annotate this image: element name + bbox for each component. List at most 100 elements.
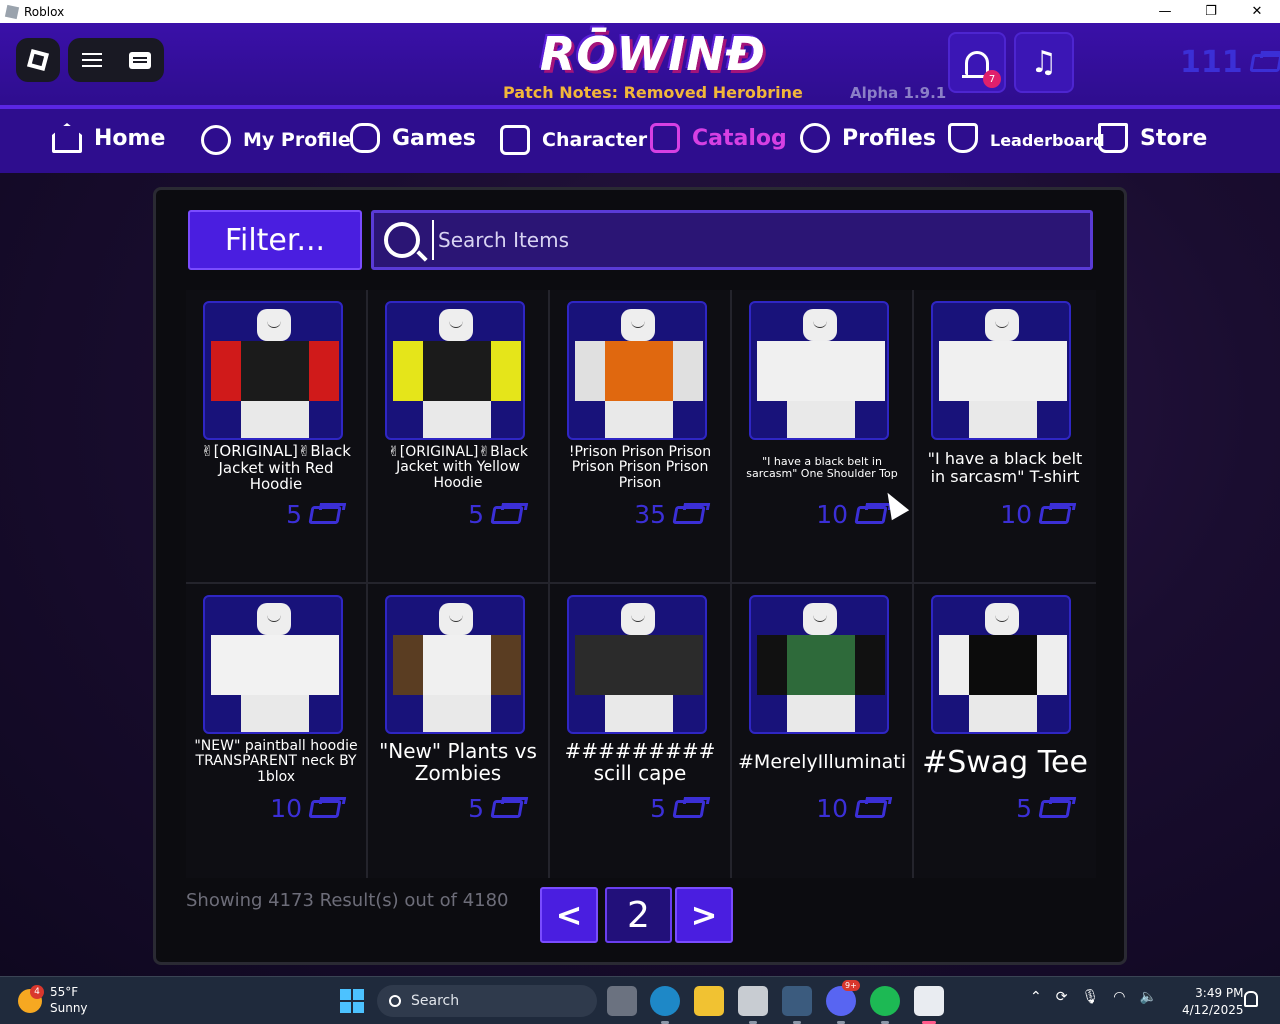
item-name: #Swag Tee (922, 744, 1088, 780)
item-thumbnail[interactable] (385, 595, 525, 734)
spotify-icon[interactable] (870, 986, 900, 1024)
avatar-legs (787, 401, 855, 438)
edge-browser-icon[interactable] (650, 986, 680, 1024)
weather-widget[interactable]: 4 55°F Sunny (18, 984, 88, 1016)
page-number[interactable]: 2 (605, 887, 672, 943)
item-thumbnail[interactable] (931, 595, 1071, 734)
avatar-arm (673, 341, 703, 401)
nav-store-label: Store (1140, 125, 1208, 151)
patch-notes[interactable]: Patch Notes: Removed Herobrine (503, 83, 803, 102)
search-icon (384, 222, 420, 258)
discord-icon[interactable]: 9+ (826, 980, 860, 1024)
avatar-arm (939, 635, 969, 695)
currency-cube-icon (854, 799, 888, 818)
item-thumbnail[interactable] (567, 301, 707, 440)
microphone-icon[interactable]: 🎙 (1081, 989, 1099, 1005)
chevron-up-icon[interactable]: ⌃ (1030, 989, 1042, 1005)
avatar-torso (241, 635, 309, 695)
taskbar-search[interactable]: Search (377, 985, 597, 1017)
avatar-arm (575, 635, 605, 695)
music-button[interactable]: ♫ (1014, 32, 1074, 93)
app-icon[interactable] (738, 986, 768, 1024)
item-thumbnail[interactable] (385, 301, 525, 440)
catalog-item[interactable]: ✌[ORIGINAL]✌Black Jacket with Red Hoodie… (186, 290, 368, 584)
item-thumbnail[interactable] (567, 595, 707, 734)
currency-cube-icon (854, 505, 888, 524)
file-explorer-icon[interactable] (694, 986, 724, 1016)
item-price: 35 (634, 500, 706, 529)
close-button[interactable]: ✕ (1234, 0, 1280, 23)
nav-leaderboard[interactable]: Leaderboard (948, 123, 1105, 153)
nav-character[interactable]: Character (500, 125, 647, 155)
next-page-button[interactable]: > (675, 887, 733, 943)
nav-home-label: Home (94, 125, 166, 151)
avatar-arm (855, 635, 885, 695)
minimize-button[interactable]: — (1142, 0, 1188, 23)
item-thumbnail[interactable] (203, 595, 343, 734)
weather-desc: Sunny (50, 1000, 88, 1015)
catalog-item[interactable]: "I have a black belt in sarcasm" One Sho… (732, 290, 914, 584)
roblox-taskbar-icon[interactable] (914, 986, 944, 1024)
item-price: 5 (650, 794, 706, 823)
prev-page-button[interactable]: < (540, 887, 598, 943)
avatar-head (439, 309, 473, 341)
notification-badge: 7 (983, 70, 1001, 88)
currency-display: 111 (1180, 45, 1280, 80)
item-thumbnail[interactable] (203, 301, 343, 440)
roblox-menu-button[interactable] (16, 38, 60, 82)
catalog-item[interactable]: "New" Plants vs Zombies 5 (368, 584, 550, 878)
avatar-arm (757, 635, 787, 695)
search-bar[interactable]: Search Items (371, 210, 1093, 270)
item-name: "I have a black belt in sarcasm" One Sho… (746, 454, 898, 480)
discord-badge: 9+ (842, 980, 860, 991)
catalog-item[interactable]: ######### scill cape 5 (550, 584, 732, 878)
game-viewport: RŌWINĐ Patch Notes: Removed Herobrine Al… (0, 23, 1280, 976)
avatar-arm (309, 635, 339, 695)
start-button[interactable] (340, 989, 364, 1013)
window-title-bar: Roblox — ❐ ✕ (0, 0, 1280, 23)
nav-games[interactable]: Games (350, 123, 476, 153)
avatar-arm (393, 635, 423, 695)
chat-icon[interactable] (128, 51, 151, 69)
restore-button[interactable]: ❐ (1188, 0, 1234, 23)
catalog-item[interactable]: "NEW" paintball hoodie TRANSPARENT neck … (186, 584, 368, 878)
bell-icon (962, 50, 992, 78)
notification-bell-icon[interactable] (1244, 991, 1258, 1007)
item-thumbnail[interactable] (749, 301, 889, 440)
sync-icon[interactable]: ⟳ (1056, 989, 1068, 1005)
avatar-torso (969, 341, 1037, 401)
notifications-button[interactable]: 7 (948, 32, 1006, 93)
music-note-icon: ♫ (1030, 45, 1058, 80)
catalog-item[interactable]: #Swag Tee 5 (914, 584, 1096, 878)
filter-button[interactable]: Filter... (188, 210, 362, 270)
avatar-arm (309, 341, 339, 401)
nav-my-profile-label: My Profile (243, 129, 351, 151)
item-price: 5 (468, 500, 524, 529)
item-price-value: 5 (468, 794, 484, 823)
weather-temp: 55°F (50, 985, 79, 999)
catalog-item[interactable]: ✌[ORIGINAL]✌Black Jacket with Yellow Hoo… (368, 290, 550, 584)
item-thumbnail[interactable] (931, 301, 1071, 440)
nav-my-profile[interactable]: My Profile (201, 125, 351, 155)
avatar-arm (673, 635, 703, 695)
nav-catalog[interactable]: Catalog (650, 123, 787, 153)
catalog-item[interactable]: "I have a black belt in sarcasm" T-shirt… (914, 290, 1096, 584)
wifi-icon[interactable]: ◠ (1113, 989, 1125, 1005)
item-name: ✌[ORIGINAL]✌Black Jacket with Yellow Hoo… (388, 443, 528, 491)
catalog-item[interactable]: !Prison Prison Prison Prison Prison Pris… (550, 290, 732, 584)
search-input[interactable]: Search Items (438, 228, 569, 252)
hamburger-icon[interactable] (81, 53, 102, 67)
monitor-app-icon[interactable] (782, 986, 812, 1024)
nav-home[interactable]: Home (52, 123, 165, 153)
nav-profiles[interactable]: Profiles (800, 123, 936, 153)
task-view-icon[interactable] (607, 986, 637, 1016)
avatar-legs (969, 401, 1037, 438)
catalog-item[interactable]: #MerelyIlluminati 10 (732, 584, 914, 878)
item-thumbnail[interactable] (749, 595, 889, 734)
clock[interactable]: 3:49 PM 4/12/2025 (1182, 985, 1244, 1019)
currency-cube-icon (308, 799, 342, 818)
avatar-torso (605, 635, 673, 695)
nav-store[interactable]: Store (1098, 123, 1207, 153)
avatar-torso (969, 635, 1037, 695)
volume-icon[interactable]: 🔈 (1139, 989, 1156, 1005)
